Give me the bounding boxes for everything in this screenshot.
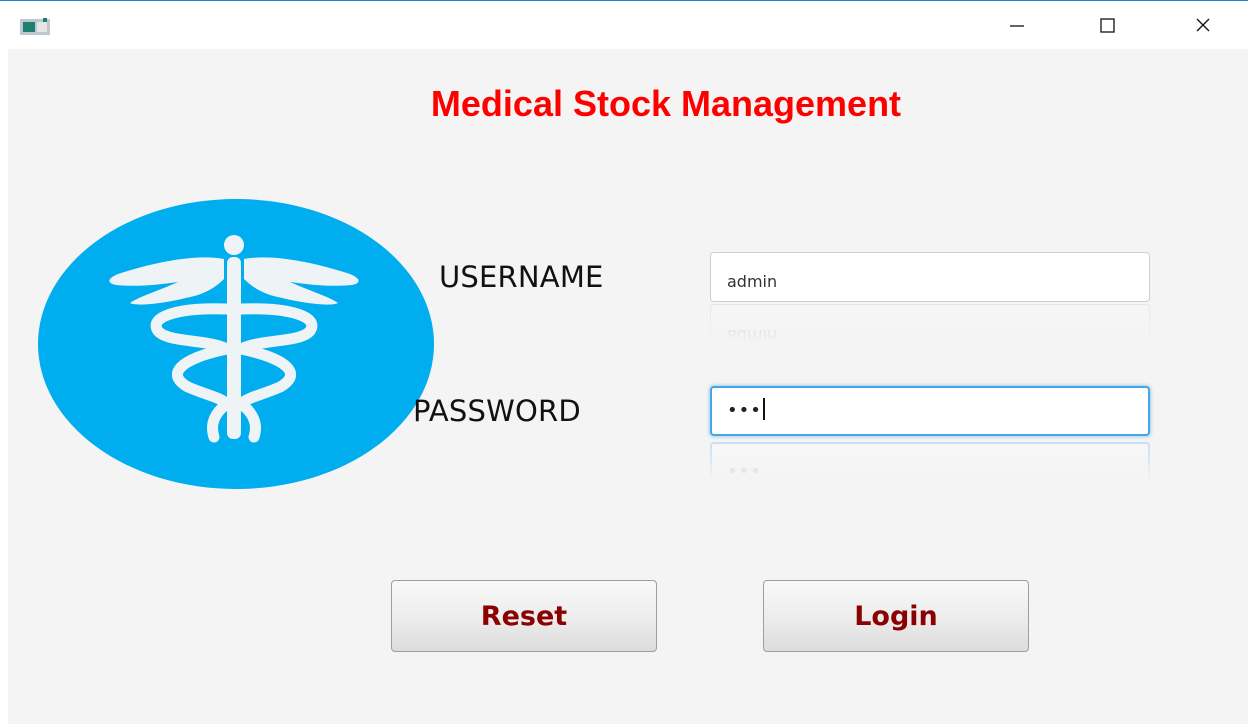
username-label: USERNAME bbox=[439, 260, 604, 294]
minimize-icon bbox=[1010, 25, 1024, 27]
password-reflection-text: ••• bbox=[710, 442, 1150, 482]
text-caret bbox=[762, 398, 765, 420]
page-title: Medical Stock Management bbox=[430, 83, 902, 124]
username-input-reflection: admin bbox=[710, 304, 1150, 344]
minimize-button[interactable] bbox=[982, 1, 1052, 49]
app-icon bbox=[20, 18, 50, 35]
maximize-button[interactable] bbox=[1072, 1, 1142, 49]
username-input[interactable] bbox=[710, 252, 1150, 302]
password-input-reflection: ••• bbox=[710, 442, 1150, 482]
caduceus-icon bbox=[38, 199, 434, 489]
close-icon bbox=[1196, 18, 1210, 32]
login-button[interactable]: Login bbox=[763, 580, 1029, 652]
title-bar[interactable] bbox=[0, 1, 1248, 49]
password-mask: ••• bbox=[727, 400, 762, 421]
password-label: PASSWORD bbox=[413, 394, 581, 428]
reset-button[interactable]: Reset bbox=[391, 580, 657, 652]
username-reflection-text: admin bbox=[710, 304, 1150, 344]
close-button[interactable] bbox=[1168, 1, 1238, 49]
login-window: Medical Stock Management USERNAME admin … bbox=[0, 0, 1248, 724]
maximize-icon bbox=[1100, 18, 1115, 33]
login-panel: Medical Stock Management USERNAME admin … bbox=[8, 49, 1248, 724]
password-input[interactable]: ••• bbox=[710, 386, 1150, 436]
